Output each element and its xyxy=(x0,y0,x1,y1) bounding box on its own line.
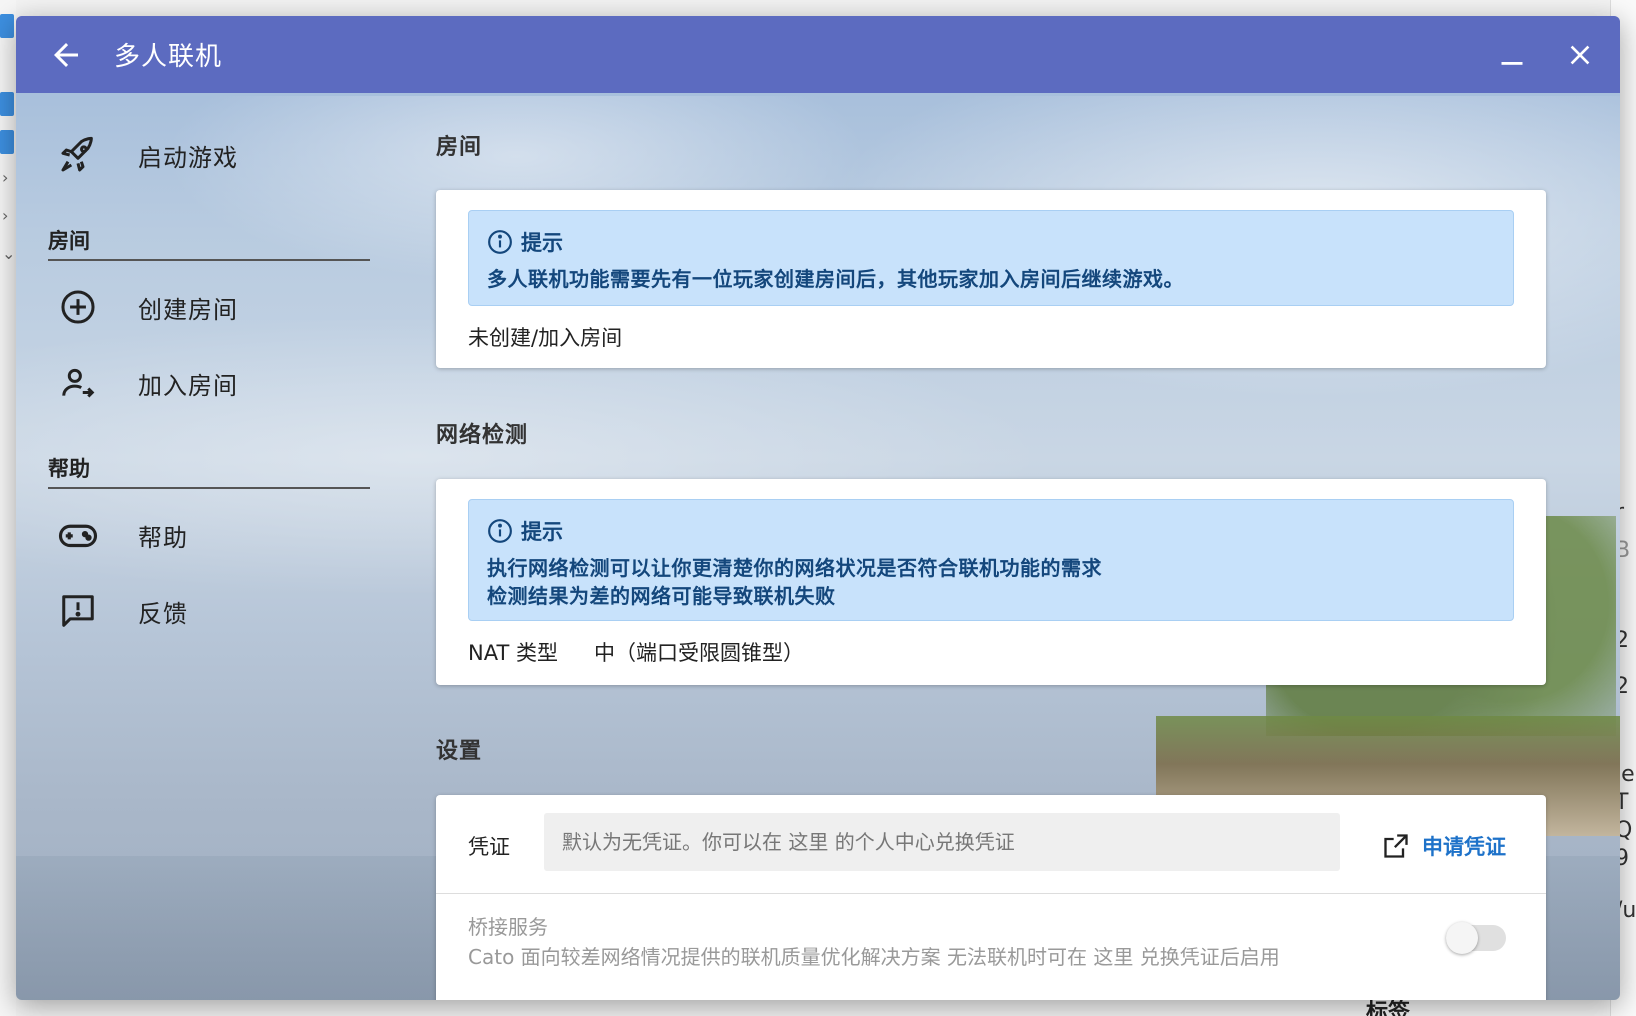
room-status: 未创建/加入房间 xyxy=(468,326,623,350)
sidebar-item-create-room[interactable]: 创建房间 xyxy=(46,275,376,339)
hint-title: 提示 xyxy=(521,231,563,255)
toggle-knob xyxy=(1446,922,1478,954)
minimize-icon xyxy=(1501,61,1523,65)
section-title-network: 网络检测 xyxy=(436,423,529,448)
close-button[interactable] xyxy=(1552,27,1608,83)
info-icon xyxy=(488,230,512,254)
multiplayer-window: 多人联机 启动游戏 房间 创建房间 加入房间 帮助 帮助 反馈 房间 提示 多人… xyxy=(16,16,1620,1000)
section-title-settings: 设置 xyxy=(436,739,483,764)
rocket-icon xyxy=(46,123,110,187)
hint-body-line-2: 检测结果为差的网络可能导致联机失败 xyxy=(487,584,836,608)
add-circle-icon xyxy=(46,275,110,339)
credential-input[interactable] xyxy=(544,813,1340,871)
nat-type-label: NAT 类型 xyxy=(468,641,558,665)
sidebar-item-label: 启动游戏 xyxy=(138,143,238,172)
main-content: 房间 提示 多人联机功能需要先有一位玩家创建房间后，其他玩家加入房间后继续游戏。… xyxy=(436,93,1546,1000)
credential-label: 凭证 xyxy=(468,835,510,859)
sidebar-item-launch-game[interactable]: 启动游戏 xyxy=(46,123,376,187)
info-icon xyxy=(488,519,512,543)
bridge-service-title: 桥接服务 xyxy=(468,915,548,939)
sidebar-item-label: 创建房间 xyxy=(138,295,238,324)
sidebar-item-help[interactable]: 帮助 xyxy=(46,503,376,567)
background-file-tree: › › ⌄ xyxy=(0,0,16,1016)
close-icon xyxy=(1570,45,1590,64)
title-bar: 多人联机 xyxy=(16,16,1620,93)
sidebar: 启动游戏 房间 创建房间 加入房间 帮助 帮助 反馈 xyxy=(16,93,400,1000)
divider xyxy=(436,893,1546,894)
hint-body: 多人联机功能需要先有一位玩家创建房间后，其他玩家加入房间后继续游戏。 xyxy=(487,267,1184,291)
room-card: 提示 多人联机功能需要先有一位玩家创建房间后，其他玩家加入房间后继续游戏。 未创… xyxy=(436,190,1546,368)
sidebar-section-help: 帮助 xyxy=(48,453,370,489)
hint-title: 提示 xyxy=(521,520,563,544)
section-title-room: 房间 xyxy=(436,135,483,160)
sidebar-item-label: 加入房间 xyxy=(138,371,238,400)
room-hint: 提示 多人联机功能需要先有一位玩家创建房间后，其他玩家加入房间后继续游戏。 xyxy=(468,210,1514,306)
feedback-icon xyxy=(46,579,110,643)
bridge-service-toggle[interactable] xyxy=(1446,922,1506,954)
sidebar-item-label: 反馈 xyxy=(138,599,188,628)
bridge-service-description: Cato 面向较差网络情况提供的联机质量优化解决方案 无法联机时可在 这里 兑换… xyxy=(468,945,1280,969)
person-join-icon xyxy=(46,351,110,415)
sidebar-item-join-room[interactable]: 加入房间 xyxy=(46,351,376,415)
window-title: 多人联机 xyxy=(114,42,223,72)
apply-credential-link[interactable]: 申请凭证 xyxy=(1382,831,1506,861)
hint-body-line-1: 执行网络检测可以让你更清楚你的网络状况是否符合联机功能的需求 xyxy=(487,556,1102,580)
network-card: 提示 执行网络检测可以让你更清楚你的网络状况是否符合联机功能的需求 检测结果为差… xyxy=(436,479,1546,685)
back-button[interactable] xyxy=(42,31,90,79)
open-external-icon xyxy=(1384,834,1408,858)
apply-credential-label: 申请凭证 xyxy=(1422,835,1506,859)
gamepad-icon xyxy=(46,503,110,567)
sidebar-item-label: 帮助 xyxy=(138,523,188,552)
minimize-button[interactable] xyxy=(1484,27,1540,83)
sidebar-section-room: 房间 xyxy=(48,225,370,261)
settings-card: 凭证 申请凭证 桥接服务 Cato 面向较差网络情况提供的联机质量优化解决方案 … xyxy=(436,795,1546,1000)
sidebar-item-feedback[interactable]: 反馈 xyxy=(46,579,376,643)
network-hint: 提示 执行网络检测可以让你更清楚你的网络状况是否符合联机功能的需求 检测结果为差… xyxy=(468,499,1514,621)
arrow-left-icon xyxy=(54,42,78,67)
nat-type-value: 中（端口受限圆锥型） xyxy=(594,641,804,665)
